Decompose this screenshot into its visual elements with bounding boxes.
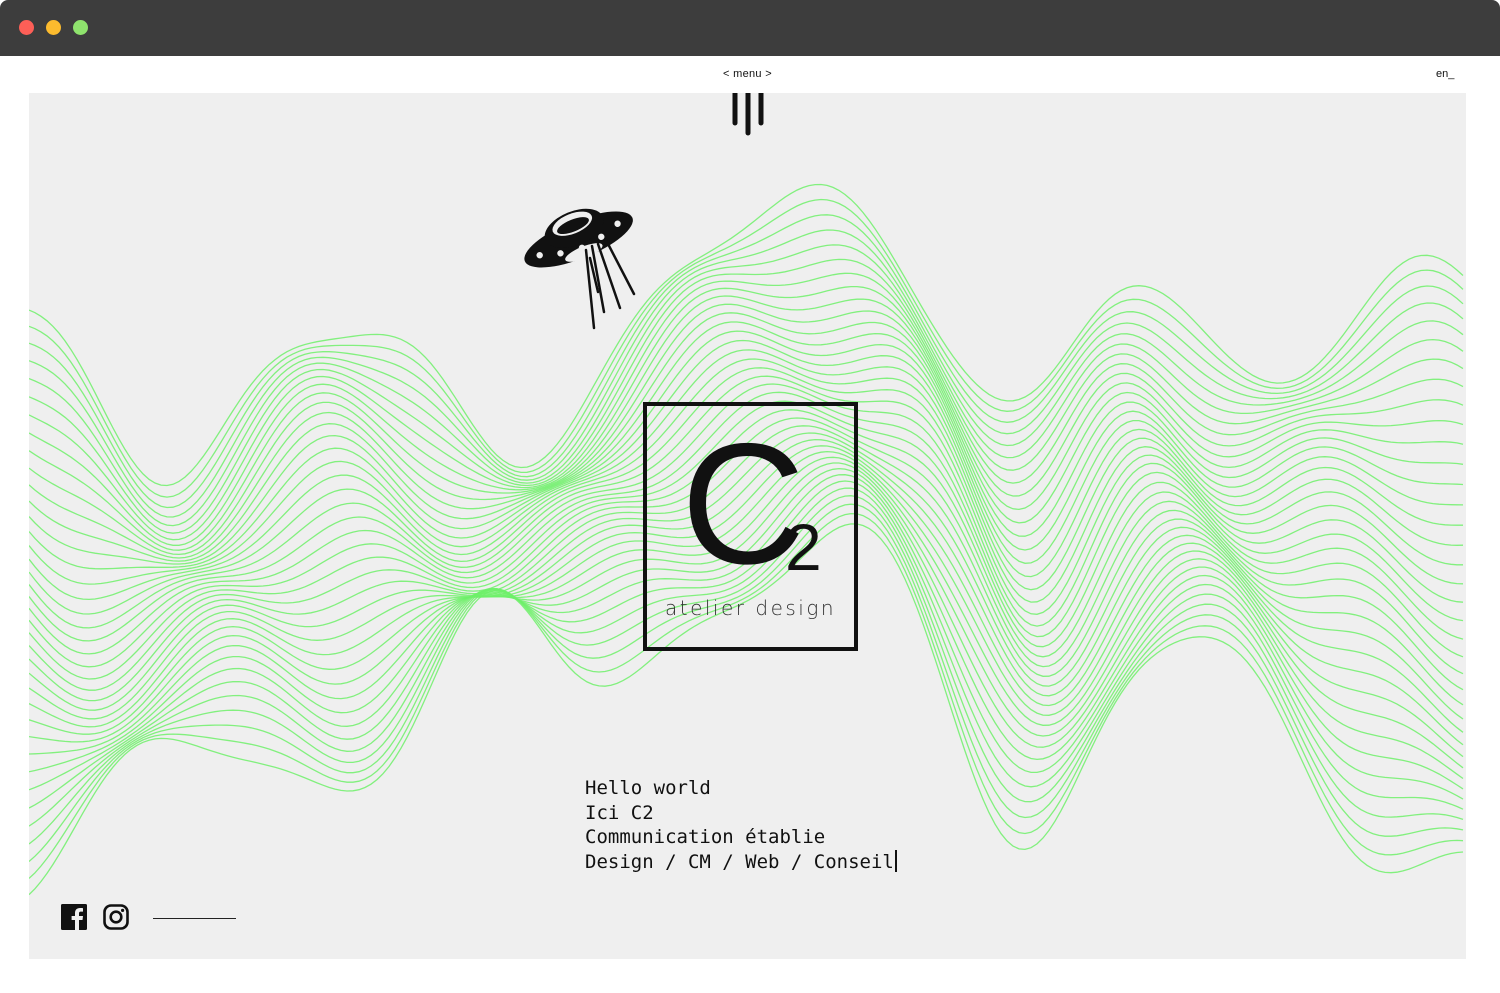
hero-section: C 2 atelier design Hello world Ici C2 Comm… [29,93,1466,959]
brand-tagline: atelier design [664,596,837,620]
facebook-icon[interactable] [61,904,87,930]
brand-logo[interactable]: C 2 atelier design [643,402,858,651]
window-titlebar [0,0,1500,56]
intro-line: Hello world [585,777,711,799]
intro-text: Hello world Ici C2 Communication établie De… [585,776,897,874]
intro-line: Communication établie [585,826,826,849]
minimize-window-button[interactable] [46,20,61,35]
intro-line: Design / CM / Web / Conseil [585,850,894,873]
page: < menu > en_ C 2 atelier design Hello wo… [0,56,1500,993]
close-window-button[interactable] [19,20,34,35]
instagram-icon[interactable] [103,904,129,930]
footer-divider [153,918,236,919]
language-switch[interactable]: en_ [1436,68,1476,80]
text-cursor [894,849,897,872]
intro-line: Ici C2 [585,801,654,824]
zoom-window-button[interactable] [73,20,88,35]
ufo-icon [524,208,636,330]
three-bars-logo-icon[interactable] [729,93,767,139]
brand-subscript: 2 [785,510,822,584]
menu-link[interactable]: < menu > [700,68,795,80]
